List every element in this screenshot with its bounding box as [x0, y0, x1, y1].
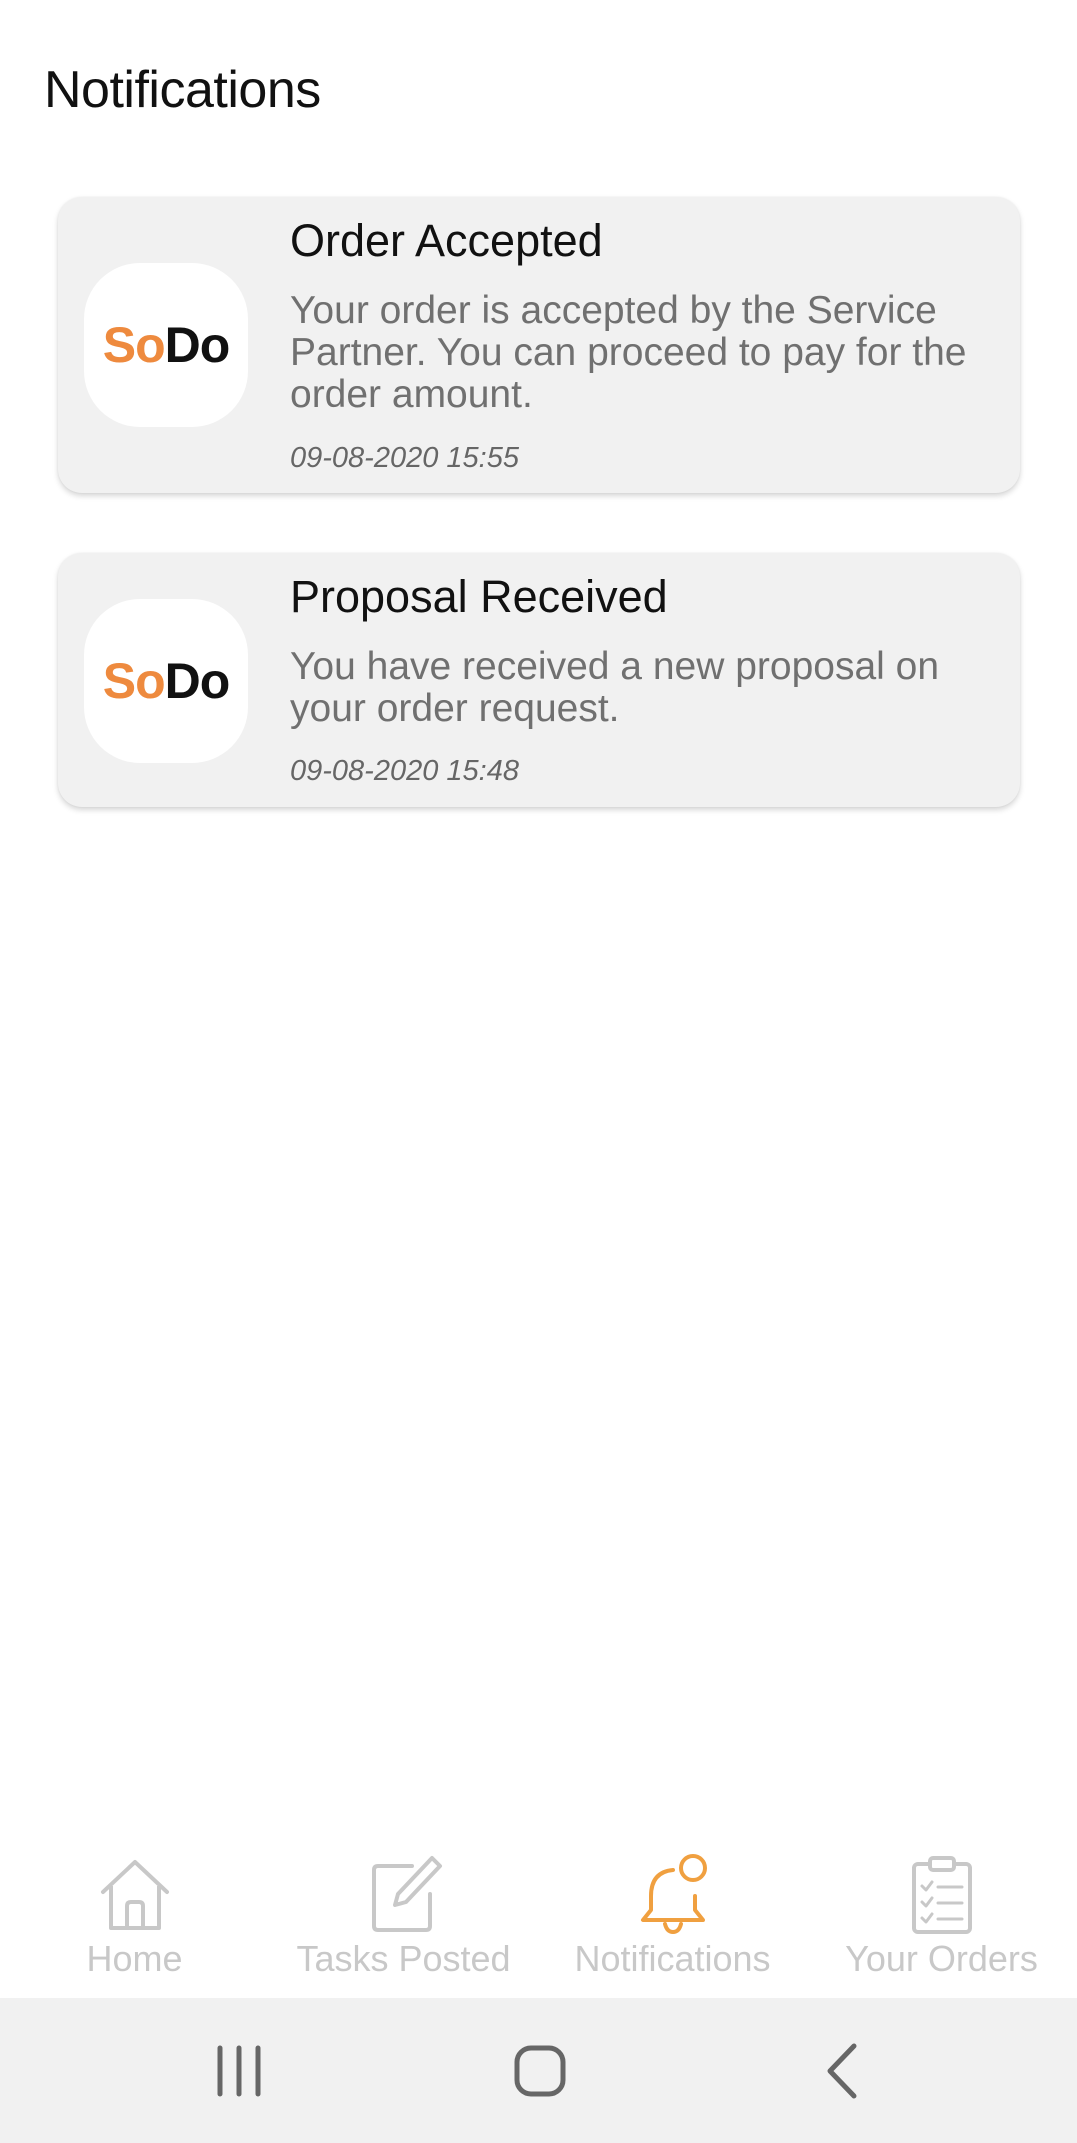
logo-do: Do [164, 653, 231, 709]
bottom-navigation: Home Tasks Posted Notifications Your Ord… [0, 1840, 1077, 1998]
logo-so: So [102, 317, 166, 373]
logo-do: Do [164, 317, 231, 373]
nav-label-notifications: Notifications [574, 1938, 771, 1979]
nav-label-your-orders: Your Orders [845, 1938, 1038, 1979]
recents-icon[interactable] [204, 2036, 274, 2106]
sodo-logo: So Do [84, 599, 248, 763]
system-navigation-bar [0, 1998, 1077, 2143]
notification-body: Your order is accepted by the Service Pa… [290, 289, 967, 416]
nav-item-notifications[interactable]: Notifications [538, 1840, 807, 1998]
notification-card[interactable]: So Do Proposal Received You have received… [58, 553, 1020, 807]
notification-body: You have received a new proposal on your… [290, 645, 940, 730]
nav-label-tasks-posted: Tasks Posted [296, 1938, 511, 1979]
nav-item-your-orders[interactable]: Your Orders [807, 1840, 1076, 1998]
notification-card[interactable]: So Do Order Accepted Your order is accept… [58, 197, 1020, 493]
nav-label-home: Home [86, 1938, 183, 1979]
edit-icon [371, 1856, 442, 1932]
page-title: Notifications [44, 61, 321, 119]
back-icon[interactable] [808, 2036, 878, 2106]
notification-title: Order Accepted [290, 215, 603, 266]
home-icon [100, 1860, 169, 1930]
nav-item-tasks-posted[interactable]: Tasks Posted [269, 1840, 538, 1998]
notification-timestamp: 09-08-2020 15:55 [290, 442, 519, 474]
clipboard-icon [911, 1856, 972, 1934]
nav-item-home[interactable]: Home [0, 1840, 269, 1998]
notification-title: Proposal Received [290, 571, 668, 622]
logo-so: So [102, 653, 166, 709]
sodo-logo: So Do [84, 263, 248, 427]
notification-timestamp: 09-08-2020 15:48 [290, 755, 519, 787]
notifications-screen: Notifications So Do Order Accepted Your o… [0, 0, 1077, 2143]
bell-icon [640, 1854, 707, 1935]
home-circle-icon[interactable] [505, 2036, 575, 2106]
